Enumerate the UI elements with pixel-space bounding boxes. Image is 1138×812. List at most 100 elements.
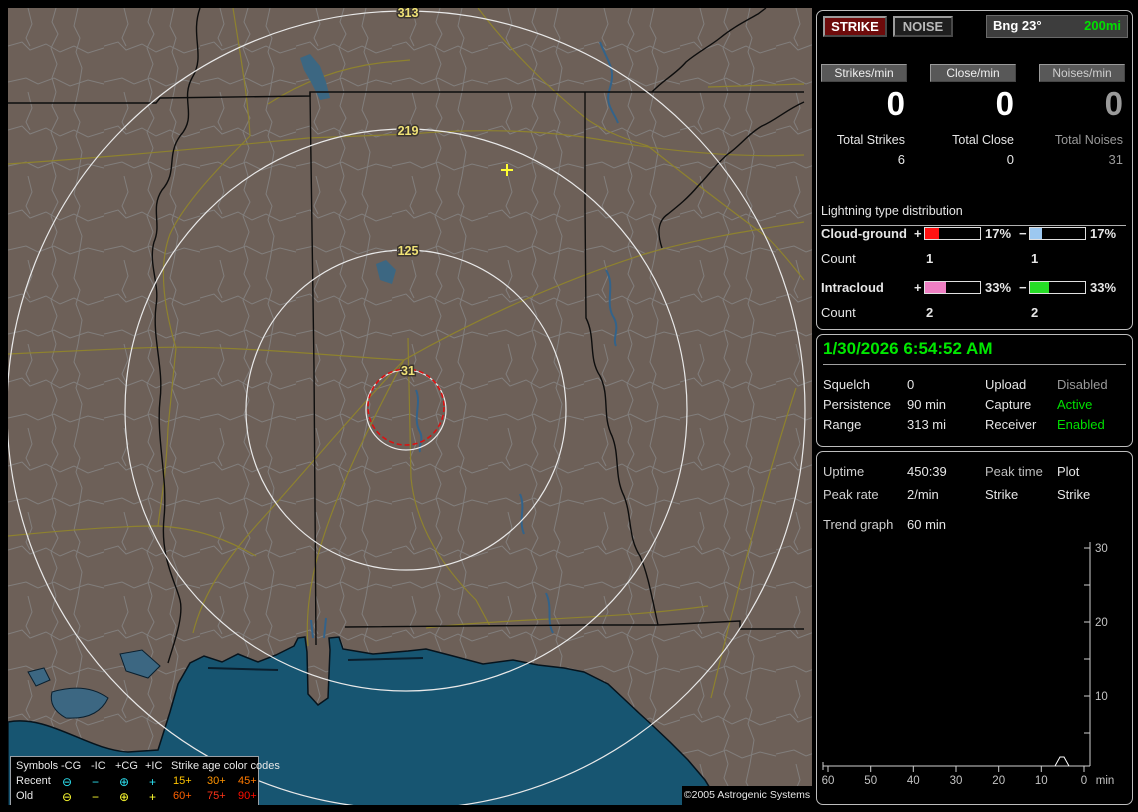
age-30: 30+ <box>207 775 226 787</box>
datetime-display: 1/30/2026 6:54:52 AM <box>823 339 1126 365</box>
strikes-per-min-button[interactable]: Strikes/min <box>821 64 907 82</box>
age-15: 15+ <box>173 775 192 787</box>
range-value: 200mi <box>1084 18 1121 33</box>
range-setting-value: 313 mi <box>907 417 947 432</box>
total-strikes-label: Total Strikes <box>836 133 905 147</box>
ic-neg-bar-fill <box>1030 282 1050 293</box>
squelch-value: 0 <box>907 377 915 392</box>
age-75: 75+ <box>207 790 226 802</box>
capture-label: Capture <box>985 397 1032 412</box>
ring-label-219: 219 <box>398 124 419 138</box>
legend-old-label: Old <box>16 790 34 802</box>
ic-count-row: Count 2 2 <box>817 305 1132 320</box>
persistence-value: 90 min <box>907 397 947 412</box>
receiver-value: Enabled <box>1057 417 1105 432</box>
ring-label-125: 125 <box>398 244 419 258</box>
x-tick-10: 10 <box>1035 775 1048 787</box>
counters-panel: STRIKE NOISE Bng 23° 200mi Strikes/min C… <box>816 10 1133 330</box>
ic-neg-count: 2 <box>1031 305 1039 320</box>
x-axis-unit: min <box>1096 775 1115 787</box>
ic-pos-bar <box>924 281 981 294</box>
x-tick-20: 20 <box>992 775 1005 787</box>
persistence-label: Persistence <box>823 397 891 412</box>
age-90: 90+ <box>238 790 257 802</box>
copyright: ©2005 Astrogenic Systems <box>682 786 812 805</box>
recent-pcg-icon: ⊕ <box>119 775 130 789</box>
cg-minus-sign: − <box>1019 226 1027 241</box>
cg-plus-sign: + <box>914 226 922 241</box>
cg-pos-bar <box>924 227 981 240</box>
old-pic-icon: + <box>149 790 157 804</box>
close-per-min-button[interactable]: Close/min <box>930 64 1016 82</box>
legend-col-pcg: +CG <box>115 760 138 772</box>
status-row-3: Range 313 mi Receiver Enabled <box>817 417 1132 432</box>
strikes-per-min-value: 0 <box>886 85 905 122</box>
squelch-label: Squelch <box>823 377 870 392</box>
status-row-2: Persistence 90 min Capture Active <box>817 397 1132 412</box>
legend-symbols-title: Symbols <box>16 760 59 772</box>
total-noises-label: Total Noises <box>1054 133 1123 147</box>
cg-pos-pct: 17% <box>985 226 1012 241</box>
map-region[interactable]: 313 219 125 31 Symbols -CG -IC +CG +IC S… <box>8 8 812 805</box>
old-pcg-icon: ⊕ <box>119 790 130 804</box>
cg-count-row: Count 1 1 <box>817 251 1132 266</box>
total-close-label: Total Close <box>952 133 1014 147</box>
legend-recent-label: Recent <box>16 775 51 787</box>
legend-col-ncg: -CG <box>61 760 82 772</box>
ic-pos-pct: 33% <box>985 280 1012 295</box>
noises-per-min-button[interactable]: Noises/min <box>1039 64 1125 82</box>
legend-col-nic: -IC <box>91 760 106 772</box>
peak-rate-value: 2/min <box>907 487 939 502</box>
ic-count-label: Count <box>821 305 856 320</box>
plot-mode-value: Strike <box>1057 487 1091 502</box>
legend-col-pic: +IC <box>145 760 163 772</box>
uptime-label: Uptime <box>823 464 865 479</box>
peak-rate-label: Peak rate <box>823 487 879 502</box>
y-tick-10: 10 <box>1095 691 1108 703</box>
receiver-label: Receiver <box>985 417 1037 432</box>
ic-plus-sign: + <box>914 280 922 295</box>
ic-neg-bar <box>1029 281 1086 294</box>
x-tick-60: 60 <box>822 775 835 787</box>
close-per-min-value: 0 <box>995 85 1014 122</box>
y-tick-20: 20 <box>1095 617 1108 629</box>
old-ncg-icon: ⊖ <box>62 790 73 804</box>
ic-minus-sign: − <box>1019 280 1027 295</box>
x-tick-50: 50 <box>864 775 877 787</box>
noise-mode-button[interactable]: NOISE <box>893 16 953 37</box>
range-label: Range <box>823 417 862 432</box>
ic-pos-bar-fill <box>925 282 946 293</box>
peak-time-label: Peak time <box>985 464 1043 479</box>
distribution-row-ic: Intracloud + 33% − 33% <box>817 280 1132 295</box>
stats-panel: Uptime 450:39 Peak time Plot Peak rate 2… <box>816 451 1133 805</box>
total-strikes-value: 6 <box>897 152 905 167</box>
cg-label: Cloud-ground <box>821 226 907 241</box>
recent-ncg-icon: ⊖ <box>62 775 73 789</box>
cg-neg-bar <box>1029 227 1086 240</box>
stats-row-2: Peak rate 2/min Strike Strike <box>817 487 1132 502</box>
map-svg: 313 219 125 31 <box>8 8 812 805</box>
ic-pos-count: 2 <box>926 305 934 320</box>
age-45: 45+ <box>238 775 257 787</box>
uptime-value: 450:39 <box>907 464 947 479</box>
legend-age-title: Strike age color codes <box>171 760 280 772</box>
strike-mode-button[interactable]: STRIKE <box>823 16 887 37</box>
map-legend: Symbols -CG -IC +CG +IC Strike age color… <box>10 756 280 805</box>
plot-label: Plot <box>1057 464 1080 479</box>
total-close-value: 0 <box>1006 152 1014 167</box>
y-tick-30: 30 <box>1095 543 1108 555</box>
x-tick-0: 0 <box>1081 775 1087 787</box>
trend-row: Trend graph 60 min <box>817 517 1132 532</box>
status-panel: 1/30/2026 6:54:52 AM Squelch 0 Upload Di… <box>816 334 1133 447</box>
upload-value: Disabled <box>1057 377 1108 392</box>
cg-pos-bar-fill <box>925 228 939 239</box>
trend-graph: 30 20 10 60 50 40 30 20 10 0 min <box>822 542 1115 787</box>
ic-label: Intracloud <box>821 280 884 295</box>
cg-neg-count: 1 <box>1031 251 1039 266</box>
noises-per-min-value: 0 <box>1104 85 1123 122</box>
cg-neg-pct: 17% <box>1090 226 1117 241</box>
cg-pos-count: 1 <box>926 251 934 266</box>
status-row-1: Squelch 0 Upload Disabled <box>817 377 1132 392</box>
recent-pic-icon: + <box>149 775 157 789</box>
capture-value: Active <box>1057 397 1093 412</box>
